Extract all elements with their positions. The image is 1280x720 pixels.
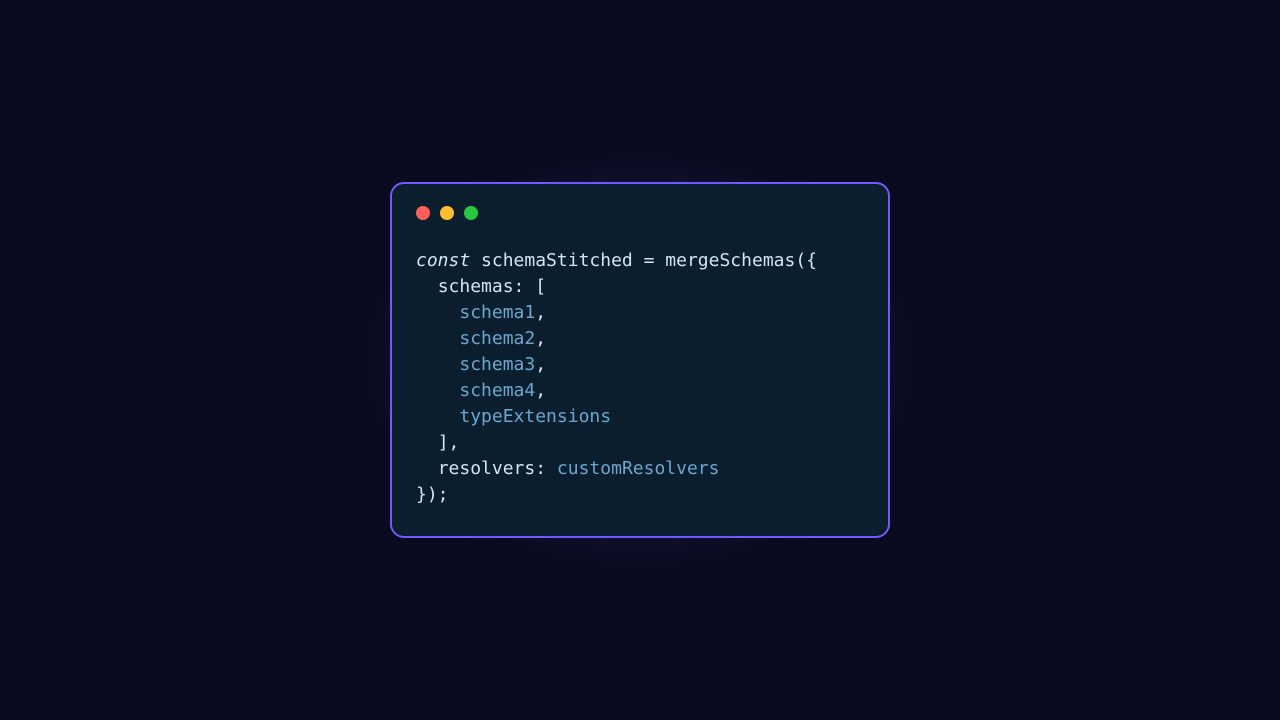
paren-open: ({ [795, 250, 817, 271]
colon-2: : [535, 458, 546, 479]
item-schema3: schema3 [459, 354, 535, 375]
close-icon[interactable] [416, 206, 430, 220]
bracket-open: [ [535, 276, 546, 297]
comma-2: , [535, 328, 546, 349]
fn-mergeSchemas: mergeSchemas [665, 250, 795, 271]
window-titlebar [416, 206, 864, 220]
var-schemaStitched: schemaStitched [481, 250, 633, 271]
item-typeExtensions: typeExtensions [459, 406, 611, 427]
minimize-icon[interactable] [440, 206, 454, 220]
code-window: const schemaStitched = mergeSchemas({ sc… [390, 182, 890, 539]
keyword-const: const [416, 250, 470, 271]
operator-equals: = [644, 250, 655, 271]
comma-5: , [449, 432, 460, 453]
code-block: const schemaStitched = mergeSchemas({ sc… [416, 248, 864, 509]
item-schema4: schema4 [459, 380, 535, 401]
bracket-close: ] [438, 432, 449, 453]
prop-schemas: schemas [438, 276, 514, 297]
prop-resolvers: resolvers [438, 458, 536, 479]
item-schema1: schema1 [459, 302, 535, 323]
maximize-icon[interactable] [464, 206, 478, 220]
comma-4: , [535, 380, 546, 401]
paren-close: }); [416, 484, 449, 505]
colon-1: : [514, 276, 525, 297]
comma-1: , [535, 302, 546, 323]
item-schema2: schema2 [459, 328, 535, 349]
comma-3: , [535, 354, 546, 375]
val-customResolvers: customResolvers [557, 458, 720, 479]
code-window-glow: const schemaStitched = mergeSchemas({ sc… [390, 182, 890, 539]
